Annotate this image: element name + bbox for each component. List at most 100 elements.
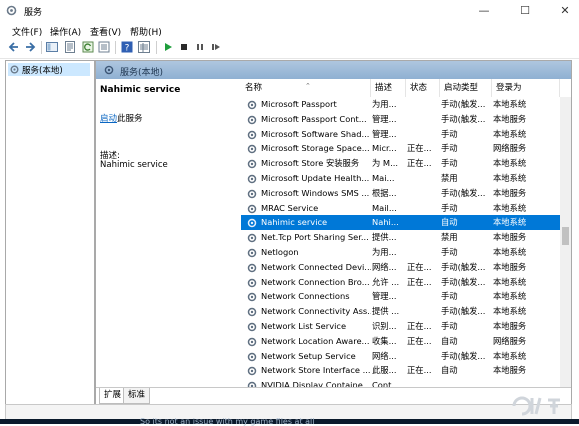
cell-name: MRAC Service	[261, 202, 319, 213]
maximize-button[interactable]: ☐	[517, 3, 533, 19]
table-row[interactable]: Network Connection Bro... 允许 ... 正在... 手动(触…	[241, 275, 561, 290]
column-header-startup-type[interactable]: 启动类型	[440, 79, 492, 97]
column-header-description[interactable]: 描述	[371, 79, 406, 97]
service-gear-icon	[247, 367, 257, 376]
close-icon: ✕	[560, 4, 570, 17]
title-bar: 服务 — ☐ ✕	[0, 0, 579, 22]
column-header-logon-as[interactable]: 登录为	[492, 79, 560, 97]
close-button[interactable]: ✕	[557, 3, 573, 19]
export-list-icon[interactable]	[98, 41, 110, 53]
menu-file[interactable]: 文件(F)	[12, 25, 42, 38]
column-header-label: 名称	[245, 83, 263, 93]
cell-name: NVIDIA Display Containe...	[261, 380, 371, 387]
table-row[interactable]: Net.Tcp Port Sharing Ser... 提供... 禁用 本地服务	[241, 230, 561, 245]
cell-status	[407, 245, 440, 260]
table-row[interactable]: Network List Service 识别... 正在... 手动 本地服务	[241, 319, 561, 334]
service-gear-icon	[247, 233, 257, 243]
cell-desc: Mai...	[372, 173, 395, 183]
menu-action[interactable]: 操作(A)	[50, 25, 81, 38]
menu-view[interactable]: 查看(V)	[90, 25, 121, 38]
service-gear-icon	[247, 204, 257, 213]
cell-desc: 网络...	[372, 261, 397, 272]
table-row[interactable]: Microsoft Passport 为用... 手动(触发... 本地系统	[241, 97, 561, 112]
tab-extended[interactable]: 扩展	[99, 388, 127, 404]
cell-desc: 提供...	[372, 232, 397, 243]
cell-desc: 识别...	[372, 321, 397, 331]
start-service-link[interactable]: 启动	[100, 114, 117, 124]
services-app-icon	[6, 5, 17, 16]
table-row[interactable]: Netlogon 为用... 手动 本地系统	[241, 245, 561, 260]
cell-status	[407, 201, 440, 216]
play-icon[interactable]	[162, 41, 174, 53]
table-row[interactable]: Network Connectivity Ass... 提供 ... 手动(触发..…	[241, 304, 561, 319]
service-gear-icon	[247, 219, 257, 228]
table-row[interactable]: Microsoft Windows SMS ... 根据... 手动(触发... 本地…	[241, 186, 561, 201]
help-icon[interactable]: ?	[121, 41, 133, 53]
cell-desc: 管理...	[372, 128, 397, 139]
tab-standard[interactable]: 标准	[123, 388, 151, 404]
cell-name: Network Setup Service	[261, 350, 356, 361]
table-row[interactable]: Microsoft Passport Cont... 管理... 手动(触发... 本…	[241, 112, 561, 127]
pause-icon[interactable]	[194, 41, 206, 53]
cell-logon: 本地系统	[493, 158, 527, 169]
scrollbar-thumb[interactable]	[562, 227, 569, 245]
cell-startup: 手动(触发...	[441, 276, 486, 287]
table-row[interactable]: Network Connected Devi... 网络... 正在... 手动(触发…	[241, 260, 561, 275]
table-row[interactable]: Network Store Interface ... 此服... 正在... 自动 本…	[241, 363, 561, 378]
table-row[interactable]: NVIDIA Display Containe... Cont...	[241, 378, 561, 387]
cell-status: 正在...	[407, 335, 432, 346]
restart-icon[interactable]	[210, 41, 222, 53]
cell-status	[407, 127, 440, 142]
forward-arrow-icon[interactable]	[24, 41, 36, 53]
cell-logon: 本地服务	[493, 113, 527, 124]
table-row[interactable]: Microsoft Software Shad... 管理... 手动 本地系统	[241, 127, 561, 142]
table-row[interactable]: MRAC Service Mail... 手动 本地系统	[241, 201, 561, 216]
service-gear-icon	[247, 145, 257, 154]
service-gear-icon	[247, 278, 257, 287]
back-arrow-icon[interactable]	[8, 41, 20, 53]
details-view-icon[interactable]	[138, 41, 150, 53]
start-service-suffix: 此服务	[117, 114, 143, 124]
cell-logon: 网络服务	[493, 335, 527, 346]
vertical-scrollbar[interactable]	[560, 97, 571, 387]
services-pane: 服务(本地) Nahimic service 启动此服务 描述: Nahimic…	[95, 60, 572, 405]
column-header-name[interactable]: ⌃ 名称	[241, 79, 371, 97]
column-header-status[interactable]: 状态	[406, 79, 440, 97]
menu-help[interactable]: 帮助(H)	[130, 25, 162, 38]
cell-desc: 允许 ...	[372, 276, 400, 287]
service-gear-icon	[247, 322, 257, 332]
cell-name: Network Connectivity Ass...	[261, 306, 371, 317]
cell-status	[407, 289, 440, 304]
table-row[interactable]: Microsoft Store 安装服务 为 M... 正在... 手动 本地系统	[241, 156, 561, 171]
cell-name: Net.Tcp Port Sharing Ser...	[261, 232, 369, 243]
stop-icon[interactable]	[178, 41, 190, 53]
service-gear-icon	[247, 174, 257, 184]
console-tree-icon[interactable]	[46, 41, 58, 53]
background-text: So its not an issue with my game files a…	[140, 417, 315, 426]
cell-status	[407, 171, 440, 186]
cell-logon: 网络服务	[493, 143, 527, 154]
service-gear-icon	[247, 293, 257, 302]
service-gear-icon	[247, 130, 257, 139]
table-row[interactable]: Network Location Aware... 收集... 正在... 自动 网络服…	[241, 334, 561, 349]
maximize-icon: ☐	[520, 4, 530, 17]
service-gear-icon	[247, 248, 257, 258]
table-row[interactable]: Network Connections 管理... 手动 本地系统	[241, 289, 561, 304]
table-row[interactable]: Microsoft Update Health... Mai... 禁用 本地系统	[241, 171, 561, 186]
cell-desc: Mail...	[372, 202, 397, 213]
minimize-button[interactable]: —	[476, 3, 492, 19]
cell-status: 正在...	[407, 276, 432, 287]
cell-logon: 本地系统	[493, 350, 527, 361]
selected-service-name: Nahimic service	[100, 85, 181, 95]
cell-startup: 手动	[441, 202, 458, 213]
table-row[interactable]: Microsoft Storage Space... Micr... 正在... 手动…	[241, 141, 561, 156]
cell-status	[407, 186, 440, 201]
tree-item-services-local[interactable]: 服务(本地)	[8, 63, 90, 76]
view-tabs: 扩展 标准	[96, 387, 571, 405]
table-row-selected[interactable]: Nahimic service Nahi... 自动 本地系统	[241, 215, 561, 231]
cell-logon: 本地服务	[493, 261, 527, 272]
cell-status: 正在...	[407, 321, 432, 331]
table-row[interactable]: Network Setup Service 网络... 手动(触发... 本地系统	[241, 349, 561, 364]
refresh-icon[interactable]	[82, 41, 94, 53]
properties-view-icon[interactable]	[64, 41, 76, 53]
